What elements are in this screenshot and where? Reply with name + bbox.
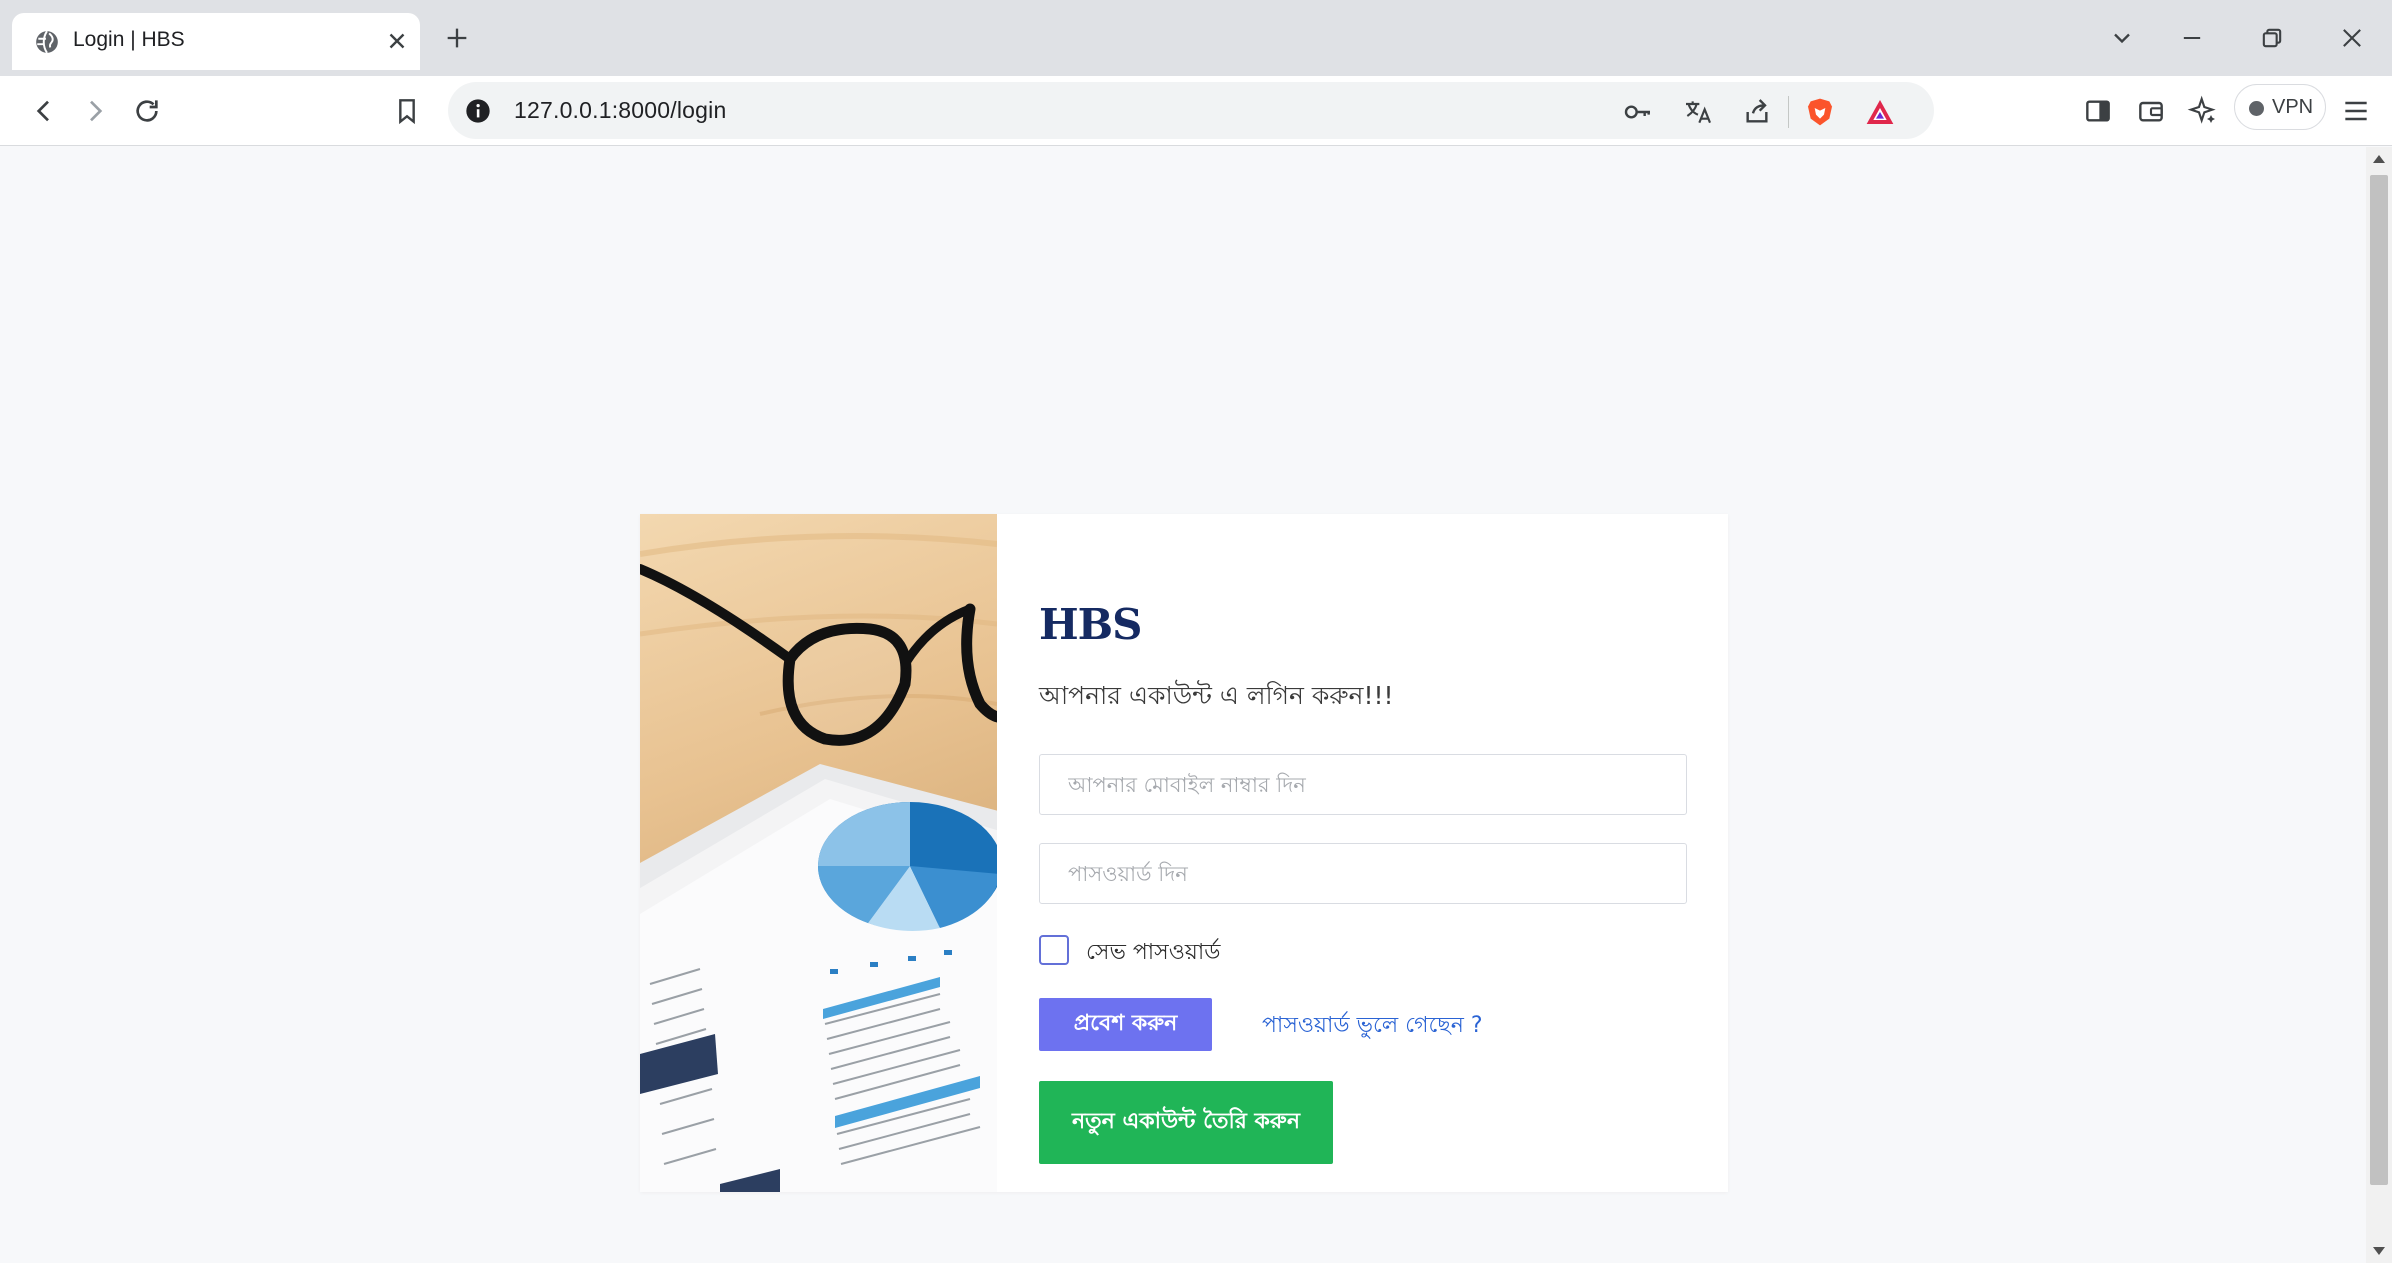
- address-bar-url[interactable]: 127.0.0.1:8000/login: [514, 97, 726, 124]
- new-tab-icon[interactable]: [443, 24, 471, 52]
- back-icon[interactable]: [28, 95, 60, 127]
- tab-close-icon[interactable]: [384, 28, 410, 54]
- password-key-icon[interactable]: [1622, 96, 1654, 128]
- scroll-thumb[interactable]: [2370, 175, 2388, 1185]
- forward-icon[interactable]: [79, 95, 111, 127]
- login-illustration: [640, 514, 997, 1192]
- scroll-up-arrow-icon[interactable]: [2373, 155, 2385, 163]
- translate-icon[interactable]: [1682, 96, 1714, 128]
- brave-rewards-icon[interactable]: [1864, 96, 1896, 128]
- toolbar-divider: [1788, 96, 1789, 128]
- brand-title: HBS: [1039, 600, 1143, 649]
- vpn-status-dot: [2249, 101, 2264, 116]
- site-info-icon[interactable]: [464, 97, 492, 125]
- menu-icon[interactable]: [2340, 95, 2372, 127]
- leo-ai-icon[interactable]: [2187, 95, 2219, 127]
- browser-toolbar: 127.0.0.1:8000/login VPN: [0, 76, 2392, 146]
- forgot-password-link[interactable]: পাসওয়ার্ড ভুলে গেছেন ?: [1262, 1008, 1483, 1045]
- login-subtitle: আপনার একাউন্ট এ লগিন করুন!!!: [1039, 681, 1394, 710]
- vpn-button[interactable]: VPN: [2234, 84, 2326, 130]
- page-scrollbar[interactable]: [2366, 147, 2392, 1263]
- restore-icon[interactable]: [2258, 24, 2286, 52]
- eyeglasses-graphic: [640, 564, 997, 746]
- page-viewport: HBS আপনার একাউন্ট এ লগিন করুন!!! সেভ পাস…: [0, 147, 2366, 1263]
- bookmark-icon[interactable]: [391, 95, 423, 127]
- globe-icon: [36, 30, 58, 54]
- password-input[interactable]: [1039, 843, 1687, 904]
- wallet-icon[interactable]: [2135, 95, 2167, 127]
- vpn-label: VPN: [2272, 96, 2314, 118]
- login-card: HBS আপনার একাউন্ট এ লগিন করুন!!! সেভ পাস…: [640, 514, 1728, 1192]
- login-form: HBS আপনার একাউন্ট এ লগিন করুন!!! সেভ পাস…: [997, 514, 1728, 1192]
- mobile-number-input[interactable]: [1039, 754, 1687, 815]
- reload-icon[interactable]: [131, 95, 163, 127]
- chevron-down-icon[interactable]: [2108, 24, 2136, 52]
- window-close-icon[interactable]: [2338, 24, 2366, 52]
- share-icon[interactable]: [1741, 96, 1773, 128]
- scroll-down-arrow-icon[interactable]: [2373, 1247, 2385, 1255]
- create-account-button[interactable]: নতুন একাউন্ট তৈরি করুন: [1039, 1081, 1333, 1164]
- save-password-label: সেভ পাসওয়ার্ড: [1086, 940, 1221, 965]
- browser-tab[interactable]: Login | HBS: [12, 13, 420, 70]
- minimize-icon[interactable]: [2178, 24, 2206, 52]
- address-bar[interactable]: 127.0.0.1:8000/login: [448, 82, 1934, 139]
- tab-title: Login | HBS: [73, 28, 185, 51]
- brave-shields-icon[interactable]: [1804, 96, 1836, 128]
- save-password-checkbox[interactable]: [1039, 935, 1069, 965]
- glasses-and-reports-image: [640, 533, 997, 1192]
- sidebar-icon[interactable]: [2082, 95, 2114, 127]
- login-button[interactable]: প্রবেশ করুন: [1039, 998, 1212, 1051]
- browser-tab-strip: Login | HBS: [0, 0, 2392, 76]
